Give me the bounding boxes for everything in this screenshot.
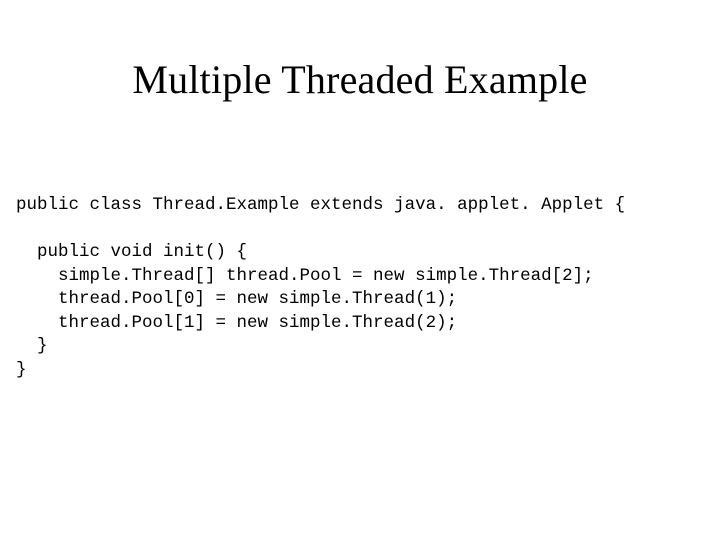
- code-line: }: [16, 336, 48, 356]
- code-line: simple.Thread[] thread.Pool = new simple…: [16, 266, 594, 286]
- code-line: }: [16, 360, 27, 380]
- code-line: thread.Pool[1] = new simple.Thread(2);: [16, 313, 457, 333]
- code-block: public class Thread.Example extends java…: [16, 170, 625, 383]
- code-line: public void init() {: [16, 242, 247, 262]
- code-line: thread.Pool[0] = new simple.Thread(1);: [16, 289, 457, 309]
- code-line: public class Thread.Example extends java…: [16, 195, 625, 215]
- slide: Multiple Threaded Example public class T…: [0, 0, 720, 540]
- slide-title: Multiple Threaded Example: [0, 56, 720, 103]
